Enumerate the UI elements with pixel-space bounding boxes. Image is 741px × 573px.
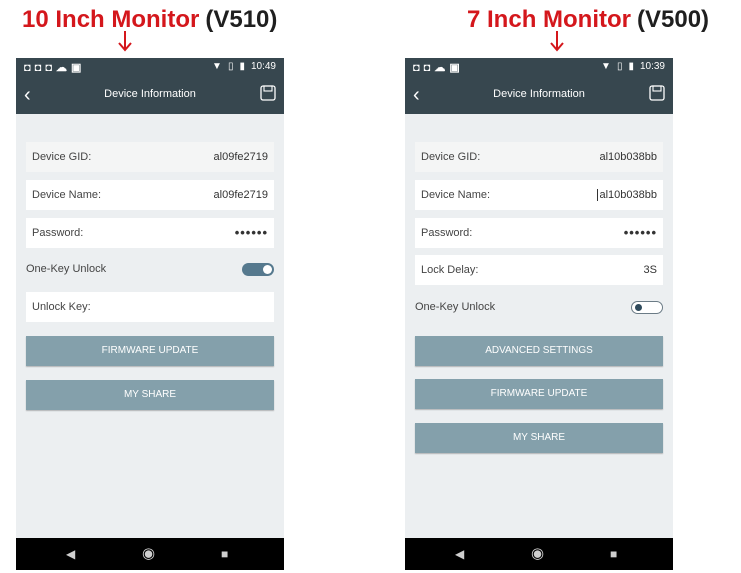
toggle-knob (263, 265, 272, 274)
device-gid-value: al09fe2719 (213, 151, 268, 163)
left-caption-size: 10 Inch Monitor (22, 6, 200, 33)
left-down-arrow-icon (118, 31, 132, 52)
device-gid-value: al10b038bb (599, 151, 657, 163)
right-caption-model: (V500) (637, 6, 710, 33)
right-status-right: ▼ ▯ ▮ 10:39 (601, 61, 665, 72)
nav-back-icon[interactable]: ◀ (66, 538, 75, 570)
password-value[interactable]: •••••• (235, 225, 268, 240)
password-label: Password: (421, 227, 473, 239)
password-value[interactable]: •••••• (624, 225, 657, 240)
right-caption-size: 7 Inch Monitor (467, 6, 631, 33)
left-app-bar: ‹ Device Information (16, 78, 284, 114)
right-device-gid-row: Device GID: al10b038bb (415, 142, 663, 172)
right-password-field[interactable]: Password: •••••• (415, 218, 663, 248)
left-notification-icons: ◘ ◘ ◘ ☁ ▣ (24, 62, 81, 74)
device-gid-label: Device GID: (32, 151, 92, 163)
image-icon: ▣ (449, 62, 460, 74)
sim-icon: ▯ (616, 61, 623, 72)
my-share-button[interactable]: MY SHARE (26, 380, 274, 410)
device-name-value[interactable]: al10b038bb (597, 189, 657, 201)
right-status-bar: ◘ ◘ ☁ ▣ ▼ ▯ ▮ 10:39 (405, 58, 673, 78)
sim-icon: ▯ (227, 61, 234, 72)
firmware-update-button[interactable]: FIRMWARE UPDATE (26, 336, 274, 366)
right-lock-delay-row[interactable]: Lock Delay: 3S (415, 255, 663, 285)
my-share-button[interactable]: MY SHARE (415, 423, 663, 453)
unlock-key-label: Unlock Key: (32, 301, 91, 313)
right-page-title: Device Information (493, 88, 585, 100)
lock-delay-label: Lock Delay: (421, 264, 479, 276)
notification-icon: ◘ (24, 62, 31, 74)
nav-home-icon[interactable]: ◉ (142, 538, 155, 570)
right-notification-icons: ◘ ◘ ☁ ▣ (413, 62, 460, 74)
left-nav-bar: ◀ ◉ ■ (16, 538, 284, 570)
left-phone-screen: ◘ ◘ ◘ ☁ ▣ ▼ ▯ ▮ 10:49 ‹ Device Informati… (16, 58, 284, 570)
device-name-label: Device Name: (32, 189, 102, 201)
left-unlock-key-field[interactable]: Unlock Key: (26, 292, 274, 322)
one-key-unlock-toggle[interactable] (631, 301, 663, 314)
right-status-time: 10:39 (639, 61, 665, 72)
left-caption: 10 Inch Monitor (V510) (22, 4, 277, 36)
save-icon[interactable] (649, 85, 665, 101)
left-status-time: 10:49 (250, 61, 276, 72)
notification-icon: ◘ (413, 62, 420, 74)
toggle-knob (635, 304, 642, 311)
right-app-bar: ‹ Device Information (405, 78, 673, 114)
left-caption-model: (V510) (205, 6, 278, 33)
firmware-update-button[interactable]: FIRMWARE UPDATE (415, 379, 663, 409)
notification-icon: ◘ (423, 62, 431, 74)
image-icon: ▣ (70, 62, 82, 74)
wifi-icon: ▼ (601, 61, 611, 72)
nav-home-icon[interactable]: ◉ (531, 538, 544, 570)
nav-back-icon[interactable]: ◀ (455, 538, 464, 570)
device-name-label: Device Name: (421, 189, 491, 201)
one-key-unlock-label: One-Key Unlock (415, 301, 496, 313)
device-name-value[interactable]: al09fe2719 (214, 189, 268, 201)
left-password-field[interactable]: Password: •••••• (26, 218, 274, 248)
nav-recents-icon[interactable]: ■ (221, 538, 228, 570)
right-phone-screen: ◘ ◘ ☁ ▣ ▼ ▯ ▮ 10:39 ‹ Device Information… (405, 58, 673, 570)
left-status-right: ▼ ▯ ▮ 10:49 (212, 61, 276, 72)
left-status-bar: ◘ ◘ ◘ ☁ ▣ ▼ ▯ ▮ 10:49 (16, 58, 284, 78)
wifi-icon: ▼ (212, 61, 222, 72)
right-one-key-unlock-row: One-Key Unlock (415, 295, 663, 321)
battery-icon: ▮ (239, 61, 245, 72)
one-key-unlock-toggle[interactable] (242, 263, 274, 276)
left-device-gid-row: Device GID: al09fe2719 (26, 142, 274, 172)
notification-icon: ◘ (45, 62, 52, 74)
cloud-icon: ☁ (434, 62, 446, 74)
left-one-key-unlock-row: One-Key Unlock (26, 257, 274, 283)
password-label: Password: (32, 227, 84, 239)
lock-delay-value[interactable]: 3S (644, 264, 657, 276)
left-page-title: Device Information (104, 88, 196, 100)
left-device-name-field[interactable]: Device Name: al09fe2719 (26, 180, 274, 210)
right-device-name-field[interactable]: Device Name: al10b038bb (415, 180, 663, 210)
notification-icon: ◘ (34, 62, 42, 74)
right-caption: 7 Inch Monitor (V500) (467, 4, 709, 36)
cloud-icon: ☁ (55, 62, 67, 74)
right-down-arrow-icon (550, 31, 564, 52)
one-key-unlock-label: One-Key Unlock (26, 263, 107, 275)
right-nav-bar: ◀ ◉ ■ (405, 538, 673, 570)
device-gid-label: Device GID: (421, 151, 481, 163)
save-icon[interactable] (260, 85, 276, 101)
nav-recents-icon[interactable]: ■ (610, 538, 617, 570)
advanced-settings-button[interactable]: ADVANCED SETTINGS (415, 336, 663, 366)
battery-icon: ▮ (628, 61, 634, 72)
